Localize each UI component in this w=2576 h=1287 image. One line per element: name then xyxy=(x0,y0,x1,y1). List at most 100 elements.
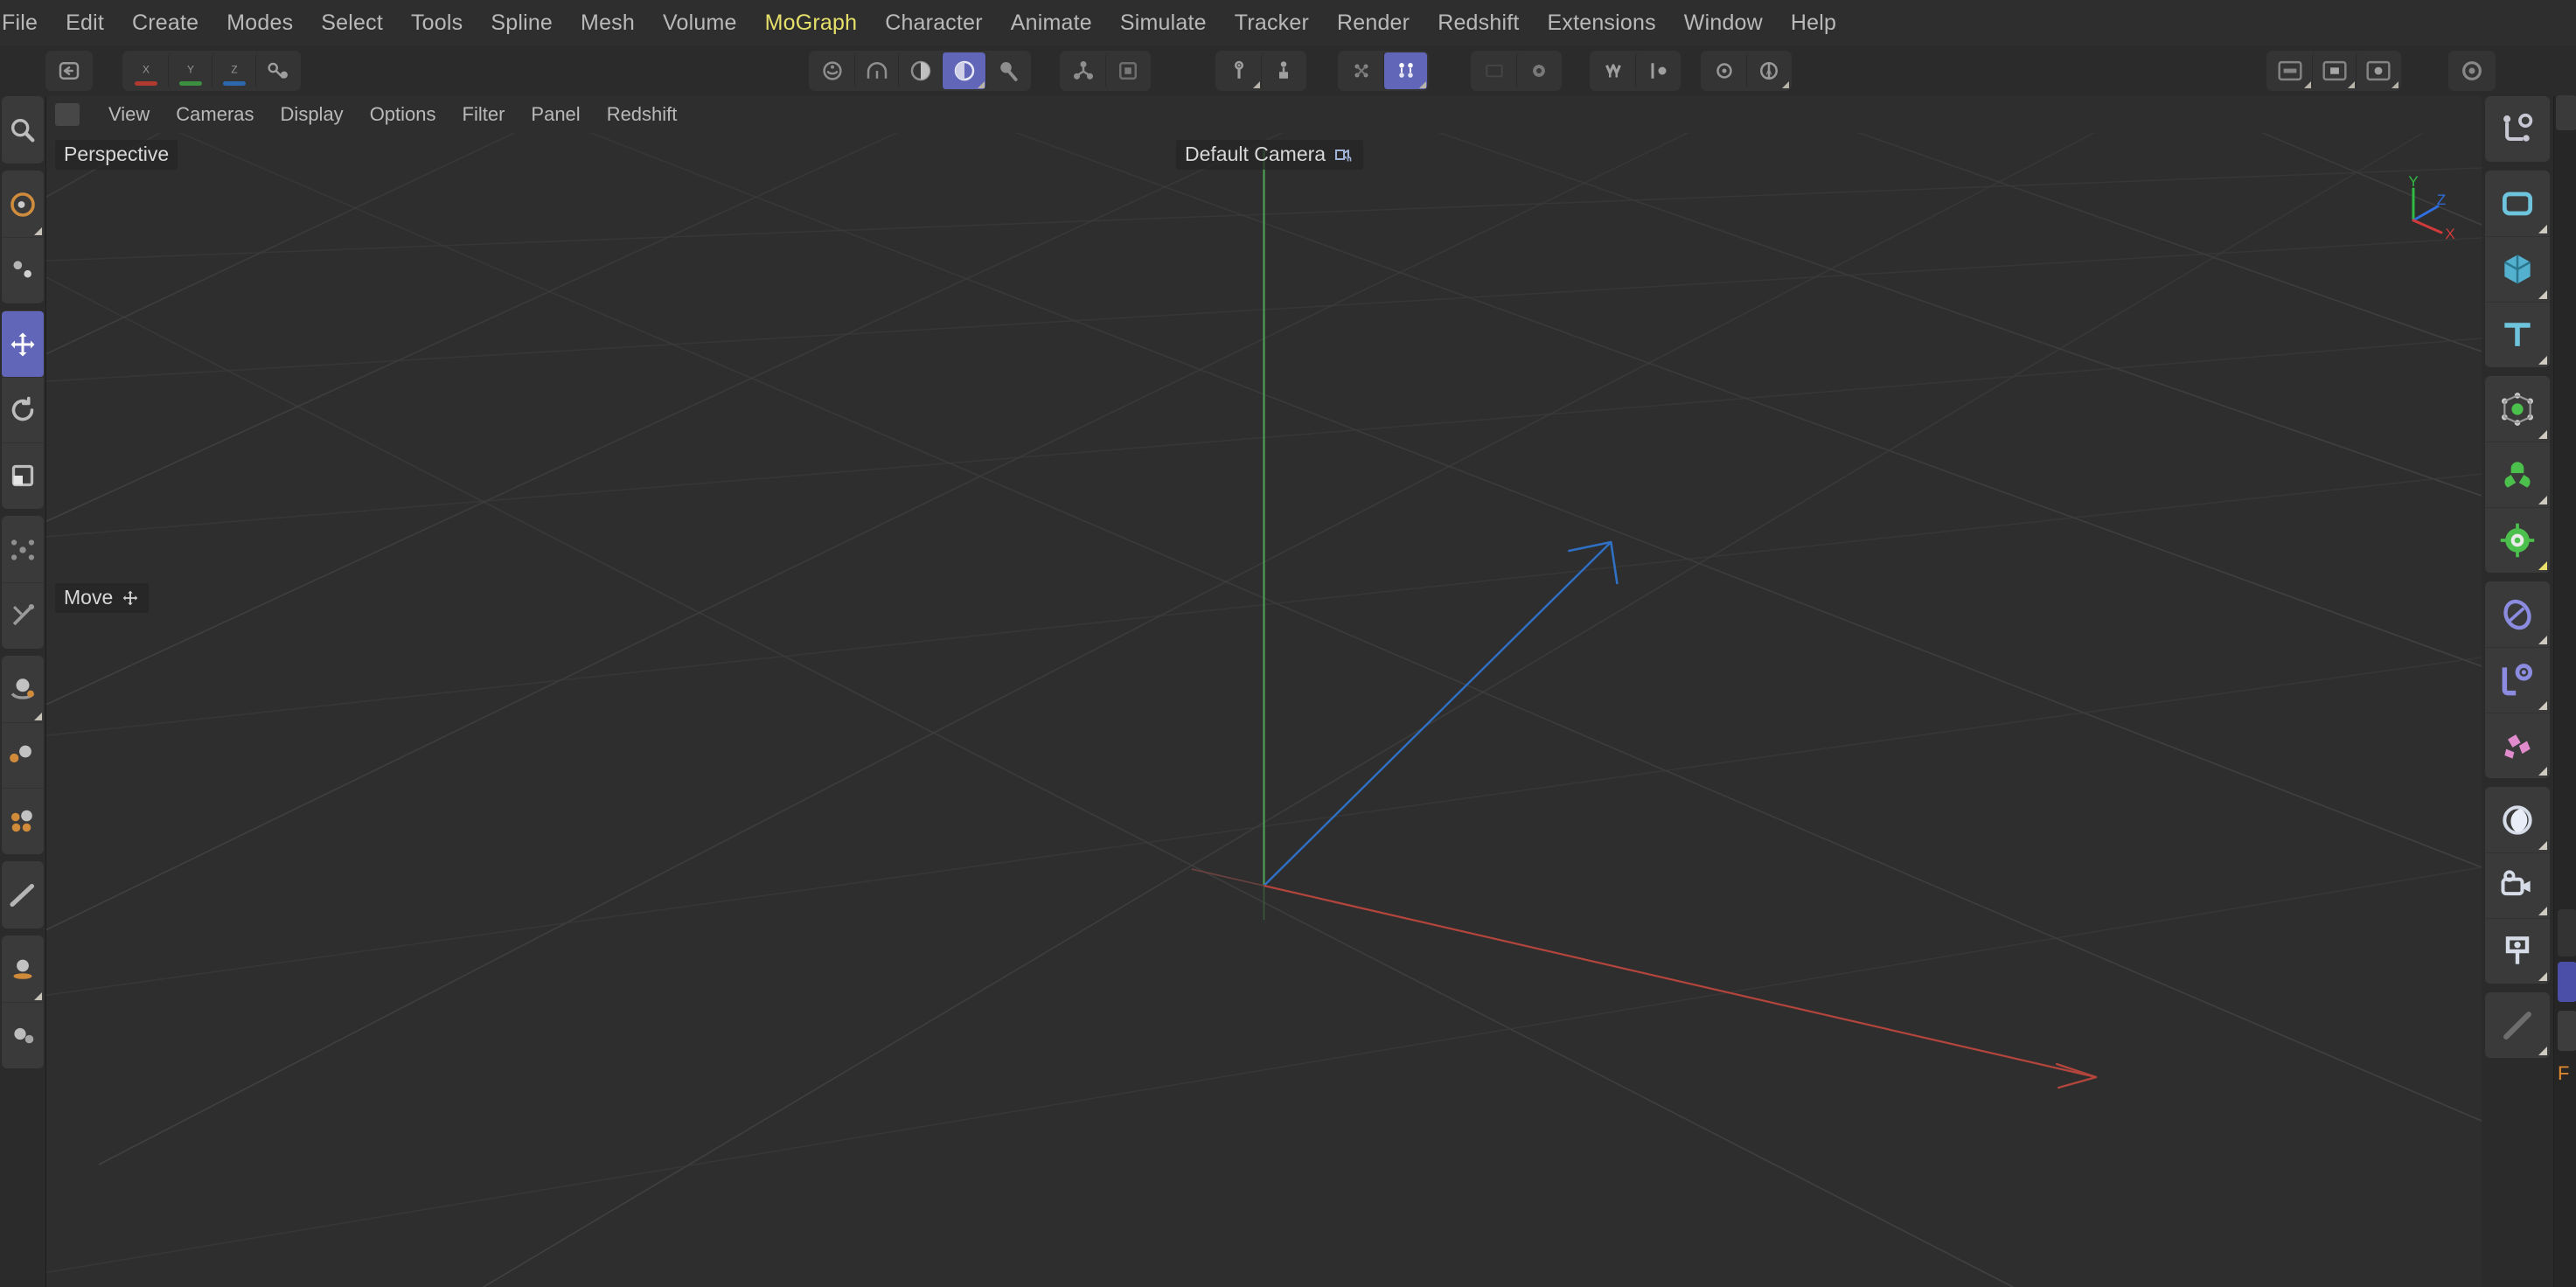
viewport-menu-options[interactable]: Options xyxy=(357,103,449,126)
interactive-render-region-button[interactable] xyxy=(985,52,1029,89)
knife-tool-button[interactable] xyxy=(2485,992,2550,1058)
tool-edit-edge-mode[interactable] xyxy=(2,582,44,648)
polygon-pen-button[interactable] xyxy=(1591,52,1635,89)
render-frame-icon xyxy=(2278,60,2302,81)
tool-texture-mode[interactable] xyxy=(2,788,44,853)
menu-item-modes[interactable]: Modes xyxy=(212,0,307,45)
menu-item-select[interactable]: Select xyxy=(307,0,397,45)
render-to-picture-viewer-button[interactable] xyxy=(898,52,942,89)
edit-render-settings-button[interactable] xyxy=(2450,52,2494,89)
menu-item-mesh[interactable]: Mesh xyxy=(567,0,649,45)
viewport-layout-button[interactable]: A xyxy=(1746,52,1790,89)
render-region-button[interactable] xyxy=(854,52,898,89)
viewport-camera-label[interactable]: Default Camera xyxy=(1176,140,1364,170)
scene-environment-button[interactable] xyxy=(2485,581,2550,647)
viewport-3d[interactable]: Perspective Default Camera Move Y Z X xyxy=(46,133,2482,1287)
light-object-button[interactable] xyxy=(2485,787,2550,852)
tool-live-selection[interactable] xyxy=(2,171,44,237)
right-object-palette xyxy=(2482,96,2553,1287)
connect-objects-button[interactable] xyxy=(1062,52,1105,89)
tool-magnifier[interactable] xyxy=(2,97,44,163)
world-object-coordinates-button[interactable] xyxy=(255,52,299,89)
mograph-effector-icon xyxy=(2504,734,2531,759)
menu-item-help[interactable]: Help xyxy=(1777,0,1850,45)
lock-z-axis-button[interactable]: Z xyxy=(212,52,255,89)
menu-item-animate[interactable]: Animate xyxy=(997,0,1106,45)
menu-item-tools[interactable]: Tools xyxy=(397,0,477,45)
mograph-effector-button[interactable] xyxy=(2485,713,2550,778)
tool-rotate[interactable] xyxy=(2,377,44,442)
viewport-view-name: Perspective xyxy=(64,143,170,165)
viewport-axis-gizmo[interactable]: Y Z X xyxy=(2384,171,2462,250)
workplane-mode-icon xyxy=(10,883,35,907)
stage-object-button[interactable] xyxy=(2485,918,2550,984)
menu-item-volume[interactable]: Volume xyxy=(649,0,751,45)
text-object-button[interactable] xyxy=(2485,302,2550,367)
strip-button-2[interactable] xyxy=(2558,1011,2576,1051)
magnet-tool-button[interactable] xyxy=(1217,52,1261,89)
viewport-menu-cameras[interactable]: Cameras xyxy=(163,103,267,126)
render-settings-button[interactable] xyxy=(942,52,985,89)
render-view-button[interactable] xyxy=(811,52,854,89)
menu-item-character[interactable]: Character xyxy=(871,0,997,45)
tool-viewport-solo[interactable] xyxy=(2,936,44,1002)
render-view-icon xyxy=(823,61,842,80)
tool-move[interactable] xyxy=(2,311,44,377)
tool-edit-point-mode[interactable] xyxy=(2,517,44,582)
menu-item-window[interactable]: Window xyxy=(1670,0,1777,45)
tool-soft-selection[interactable] xyxy=(2,237,44,303)
lock-x-axis-button[interactable]: X xyxy=(124,52,168,89)
render-frame-button[interactable] xyxy=(2268,52,2312,89)
strip-button-1[interactable] xyxy=(2558,909,2576,957)
strip-top-button[interactable] xyxy=(2556,95,2576,130)
viewport-menu-panel[interactable]: Panel xyxy=(518,103,593,126)
menu-item-simulate[interactable]: Simulate xyxy=(1106,0,1221,45)
menu-item-file[interactable]: File xyxy=(0,0,52,45)
tool-enable-axis[interactable] xyxy=(2,1002,44,1068)
viewport-menu-display[interactable]: Display xyxy=(268,103,357,126)
workplane-button[interactable] xyxy=(1472,52,1516,89)
right-group-primitives xyxy=(2485,170,2550,367)
menu-item-edit[interactable]: Edit xyxy=(52,0,118,45)
nurbs-generator-button[interactable] xyxy=(2485,376,2550,442)
tool-workplane-mode[interactable] xyxy=(2,862,44,928)
array-generator-button[interactable] xyxy=(2485,442,2550,507)
menu-item-tracker[interactable]: Tracker xyxy=(1221,0,1323,45)
render-region-right-button[interactable] xyxy=(2312,52,2356,89)
group-objects-button[interactable] xyxy=(1105,52,1149,89)
tool-model-mode[interactable] xyxy=(2,657,44,722)
menu-item-redshift[interactable]: Redshift xyxy=(1424,0,1533,45)
viewport-panel-handle[interactable] xyxy=(55,103,80,126)
snap-settings-button[interactable] xyxy=(1383,52,1427,89)
parametric-primitive-button[interactable] xyxy=(2485,236,2550,302)
left-tool-group-select xyxy=(2,96,44,163)
workplane-lock-button[interactable] xyxy=(1516,52,1560,89)
left-tool-group-transform xyxy=(2,310,44,509)
menu-item-extensions[interactable]: Extensions xyxy=(1534,0,1670,45)
menu-item-mograph[interactable]: MoGraph xyxy=(751,0,872,45)
tool-object-axis-mode[interactable] xyxy=(2,722,44,788)
strip-button-active[interactable] xyxy=(2558,962,2576,1002)
render-queue-button[interactable] xyxy=(2356,52,2399,89)
menu-item-spline[interactable]: Spline xyxy=(477,0,567,45)
deformer-button[interactable] xyxy=(2485,507,2550,573)
enable-snapping-button[interactable] xyxy=(1340,52,1383,89)
spline-primitive-button[interactable] xyxy=(2485,170,2550,236)
align-button[interactable] xyxy=(1635,52,1679,89)
menu-item-create[interactable]: Create xyxy=(118,0,212,45)
viewport-solo-button[interactable] xyxy=(1702,52,1746,89)
viewport-menu-redshift[interactable]: Redshift xyxy=(594,103,691,126)
menu-item-render[interactable]: Render xyxy=(1323,0,1424,45)
mograph-cloner-icon xyxy=(2502,664,2533,696)
tool-scale[interactable] xyxy=(2,442,44,508)
viewport-menu-view[interactable]: View xyxy=(95,103,163,126)
spline-pen-button[interactable] xyxy=(2485,96,2550,162)
brush-tool-button[interactable] xyxy=(1261,52,1305,89)
camera-object-button[interactable] xyxy=(2485,852,2550,918)
mograph-cloner-button[interactable] xyxy=(2485,647,2550,713)
viewport-menu-filter[interactable]: Filter xyxy=(449,103,519,126)
lock-y-axis-button[interactable]: Y xyxy=(168,52,212,89)
undo-redo-button[interactable] xyxy=(47,52,91,89)
camera-lock-icon[interactable] xyxy=(1333,146,1354,163)
viewport-view-label[interactable]: Perspective xyxy=(55,140,178,170)
